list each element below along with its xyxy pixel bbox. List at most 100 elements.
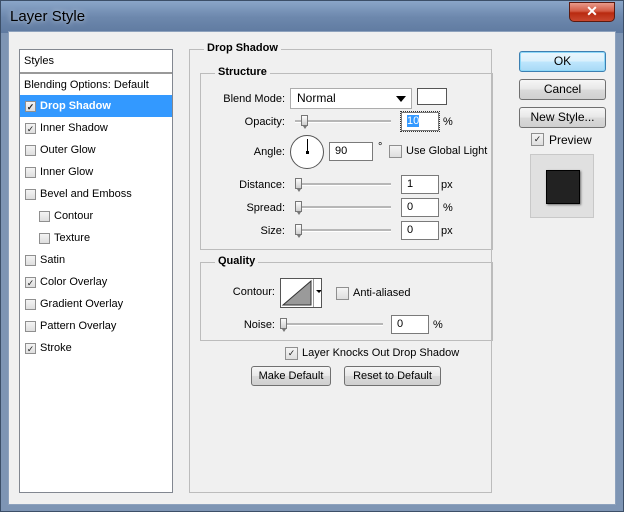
blend-mode-label: Blend Mode: <box>223 93 285 105</box>
use-global-light-checkbox[interactable] <box>389 145 402 158</box>
size-input[interactable]: 0 <box>401 221 439 240</box>
spread-input[interactable]: 0 <box>401 198 439 217</box>
style-item[interactable]: Bevel and Emboss <box>20 183 172 205</box>
distance-value: 1 <box>407 178 414 190</box>
style-item-checkbox[interactable] <box>39 233 50 244</box>
style-item-label: Gradient Overlay <box>40 298 124 310</box>
drop-shadow-group: Drop Shadow Structure Blend Mode: Normal… <box>189 42 493 493</box>
style-item-checkbox[interactable] <box>25 167 36 178</box>
spread-value: 0 <box>407 201 414 213</box>
style-item-checkbox[interactable] <box>39 211 50 222</box>
chevron-down-icon[interactable] <box>313 279 321 307</box>
title-bar[interactable]: Layer Style ✕ <box>1 1 623 33</box>
size-slider[interactable] <box>295 224 391 238</box>
make-default-button[interactable]: Make Default <box>251 366 331 386</box>
layer-knocks-out-checkbox[interactable]: ✓ <box>285 347 298 360</box>
style-item[interactable]: Outer Glow <box>20 139 172 161</box>
contour-curve-icon <box>281 279 312 306</box>
angle-unit: ° <box>378 141 383 153</box>
style-item[interactable]: ✓ Stroke <box>20 337 172 359</box>
noise-slider[interactable] <box>280 318 383 332</box>
style-item-checkbox[interactable]: ✓ <box>25 343 36 354</box>
style-item[interactable]: Texture <box>20 227 172 249</box>
style-item[interactable]: ✓ Drop Shadow <box>20 95 172 117</box>
cancel-button[interactable]: Cancel <box>519 79 606 100</box>
quality-group: Quality Contour: Anti-aliased Noise: 0 % <box>200 255 493 341</box>
anti-aliased-checkbox[interactable] <box>336 287 349 300</box>
opacity-slider[interactable] <box>295 115 391 129</box>
preview-swatch <box>546 170 580 204</box>
spread-unit: % <box>443 202 453 214</box>
noise-input[interactable]: 0 <box>391 315 429 334</box>
style-item[interactable]: ✓ Inner Shadow <box>20 117 172 139</box>
style-item-checkbox[interactable]: ✓ <box>25 101 36 112</box>
preview-thumbnail <box>530 154 594 218</box>
distance-slider-thumb[interactable] <box>295 178 302 192</box>
opacity-input[interactable]: 10 <box>400 111 440 132</box>
blending-options-item[interactable]: Blending Options: Default <box>20 73 172 96</box>
angle-dial-center <box>306 151 309 154</box>
distance-input[interactable]: 1 <box>401 175 439 194</box>
styles-list: Styles Blending Options: Default ✓ Drop S… <box>19 49 173 493</box>
distance-slider-track <box>295 183 391 186</box>
opacity-slider-track <box>295 120 391 123</box>
style-item[interactable]: Pattern Overlay <box>20 315 172 337</box>
style-item-checkbox[interactable]: ✓ <box>25 277 36 288</box>
style-item-checkbox[interactable]: ✓ <box>25 123 36 134</box>
blend-mode-select[interactable]: Normal <box>290 88 412 109</box>
angle-dial[interactable] <box>290 135 324 169</box>
contour-label: Contour: <box>232 286 275 298</box>
style-item-checkbox[interactable] <box>25 255 36 266</box>
noise-value: 0 <box>397 318 404 330</box>
distance-label: Distance: <box>239 179 285 191</box>
spread-slider-thumb[interactable] <box>295 201 302 215</box>
structure-group: Structure Blend Mode: Normal Opacity: 10… <box>200 66 493 250</box>
shadow-color-swatch[interactable] <box>417 88 447 105</box>
style-item-checkbox[interactable] <box>25 189 36 200</box>
size-label: Size: <box>260 225 285 237</box>
preview-checkbox[interactable]: ✓ <box>531 133 544 146</box>
style-item-checkbox[interactable] <box>25 321 36 332</box>
preview-check: ✓ <box>533 134 542 144</box>
spread-slider[interactable] <box>295 201 391 215</box>
size-slider-thumb[interactable] <box>295 224 302 238</box>
opacity-label: Opacity: <box>244 116 285 128</box>
noise-slider-track <box>280 323 383 326</box>
angle-input[interactable]: 90 <box>329 142 373 161</box>
close-button[interactable]: ✕ <box>569 2 615 22</box>
style-item[interactable]: Gradient Overlay <box>20 293 172 315</box>
size-value: 0 <box>407 224 414 236</box>
noise-label: Noise: <box>243 319 275 331</box>
opacity-value: 10 <box>407 115 420 127</box>
dialog-body: Styles Blending Options: Default ✓ Drop S… <box>8 31 616 505</box>
style-item[interactable]: Inner Glow <box>20 161 172 183</box>
styles-header[interactable]: Styles <box>20 50 172 73</box>
contour-picker[interactable] <box>280 278 322 308</box>
style-item[interactable]: Satin <box>20 249 172 271</box>
close-icon: ✕ <box>586 3 598 19</box>
style-item-label: Color Overlay <box>40 276 108 288</box>
style-item-label: Inner Glow <box>40 166 94 178</box>
blend-mode-value: Normal <box>297 91 336 105</box>
distance-slider[interactable] <box>295 178 391 192</box>
style-item-label: Stroke <box>40 342 72 354</box>
preview-label: Preview <box>549 133 592 147</box>
style-item[interactable]: ✓ Color Overlay <box>20 271 172 293</box>
layer-knocks-out-label: Layer Knocks Out Drop Shadow <box>302 347 460 359</box>
anti-aliased-label: Anti-aliased <box>353 287 411 299</box>
angle-value: 90 <box>335 145 348 157</box>
ok-button[interactable]: OK <box>519 51 606 72</box>
blending-options-label: Blending Options: Default <box>24 79 149 91</box>
new-style-button[interactable]: New Style... <box>519 107 606 128</box>
style-item-label: Outer Glow <box>40 144 96 156</box>
style-item-checkbox[interactable] <box>25 145 36 156</box>
style-item-checkbox[interactable] <box>25 299 36 310</box>
spread-label: Spread: <box>246 202 285 214</box>
reset-to-default-button[interactable]: Reset to Default <box>344 366 441 386</box>
style-item[interactable]: Contour <box>20 205 172 227</box>
noise-slider-thumb[interactable] <box>280 318 287 332</box>
structure-title: Structure <box>215 66 270 78</box>
style-item-label: Inner Shadow <box>40 122 108 134</box>
styles-header-label: Styles <box>24 55 54 67</box>
opacity-slider-thumb[interactable] <box>301 115 308 129</box>
